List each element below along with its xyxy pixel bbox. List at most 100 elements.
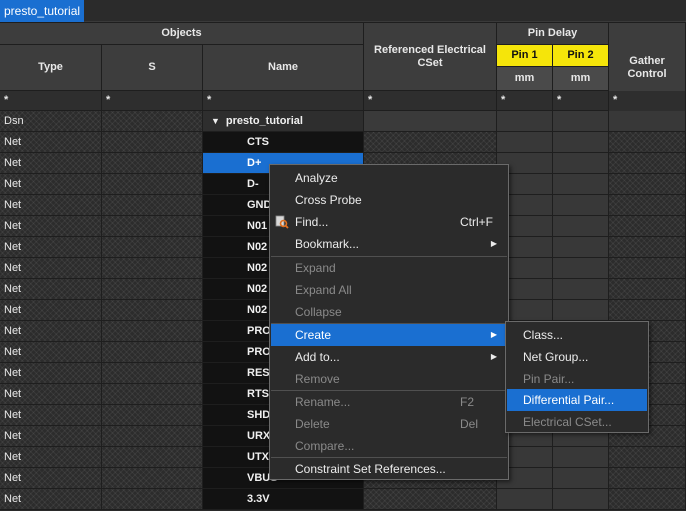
s-cell [102, 363, 203, 384]
menu-item-rename[interactable]: Rename... F2 [271, 391, 507, 413]
type-cell: Net [0, 342, 102, 363]
s-cell [102, 132, 203, 153]
tab-presto-tutorial[interactable]: presto_tutorial [0, 0, 84, 22]
menu-item-find[interactable]: Find... Ctrl+F [271, 211, 507, 233]
gather-control-cell[interactable] [609, 447, 686, 468]
gather-control-cell[interactable] [609, 468, 686, 489]
filter-ref[interactable]: * [364, 91, 497, 111]
net-name: PRO [247, 325, 271, 337]
pin2-cell[interactable] [553, 258, 609, 279]
menu-item-bookmark[interactable]: Bookmark... ▶ [271, 233, 507, 255]
pin2-cell[interactable] [553, 489, 609, 510]
menu-item-expand-all[interactable]: Expand All [271, 279, 507, 301]
s-cell [102, 216, 203, 237]
filter-gather[interactable]: * [609, 91, 686, 113]
filter-type[interactable]: * [0, 91, 102, 111]
header-type[interactable]: Type [0, 45, 102, 91]
submenu-item-electrical-cset[interactable]: Electrical CSet... [507, 411, 647, 433]
s-cell [102, 258, 203, 279]
net-name: UTX [247, 451, 269, 463]
pin2-cell[interactable] [553, 195, 609, 216]
s-cell [102, 111, 203, 132]
menu-item-create[interactable]: Create ▶ [271, 324, 507, 346]
gather-control-cell[interactable] [609, 300, 686, 321]
menu-item-delete[interactable]: Delete Del [271, 413, 507, 435]
header-ref-cset[interactable]: Referenced Electrical CSet [364, 23, 497, 91]
gather-control-cell[interactable] [609, 195, 686, 216]
s-cell [102, 468, 203, 489]
pin2-cell[interactable] [553, 468, 609, 489]
type-cell: Net [0, 237, 102, 258]
menu-item-remove[interactable]: Remove [271, 368, 507, 390]
s-cell [102, 405, 203, 426]
menu-item-analyze[interactable]: Analyze [271, 167, 507, 189]
type-cell: Net [0, 447, 102, 468]
menu-item-add-to[interactable]: Add to... ▶ [271, 346, 507, 368]
pin2-cell[interactable] [553, 132, 609, 153]
gather-control-cell[interactable] [609, 153, 686, 174]
pin1-cell[interactable] [497, 489, 553, 510]
name-cell[interactable]: ▼ presto_tutorial [203, 111, 364, 132]
type-cell: Net [0, 153, 102, 174]
pin1-cell[interactable] [497, 111, 553, 132]
menu-item-compare[interactable]: Compare... [271, 435, 507, 457]
type-cell: Net [0, 279, 102, 300]
s-cell [102, 342, 203, 363]
submenu-item-net-group[interactable]: Net Group... [507, 346, 647, 368]
gather-control-cell[interactable] [609, 174, 686, 195]
table-row[interactable]: Net CTS [0, 132, 686, 153]
menu-item-expand[interactable]: Expand [271, 257, 507, 279]
gather-control-cell[interactable] [609, 279, 686, 300]
filter-s[interactable]: * [102, 91, 203, 111]
submenu-item-pin-pair[interactable]: Pin Pair... [507, 368, 647, 390]
type-cell: Net [0, 174, 102, 195]
net-name: N01 [247, 220, 268, 232]
table-row[interactable]: Dsn ▼ presto_tutorial [0, 111, 686, 132]
pin2-cell[interactable] [553, 279, 609, 300]
find-icon [275, 215, 289, 229]
name-cell[interactable]: 3.3V [203, 489, 364, 510]
type-cell: Dsn [0, 111, 102, 132]
pin1-cell[interactable] [497, 132, 553, 153]
gather-control-cell[interactable] [609, 237, 686, 258]
net-name: N02 [247, 262, 268, 274]
gather-control-cell[interactable] [609, 258, 686, 279]
submenu-item-differential-pair[interactable]: Differential Pair... [507, 389, 647, 411]
ref-cset-cell[interactable] [364, 132, 497, 153]
header-pin2[interactable]: Pin 2 [553, 45, 609, 67]
pin2-cell[interactable] [553, 447, 609, 468]
type-cell: Net [0, 468, 102, 489]
table-row[interactable]: Net 3.3V [0, 489, 686, 510]
type-cell: Net [0, 300, 102, 321]
menu-item-cross-probe[interactable]: Cross Probe [271, 189, 507, 211]
submenu-item-class[interactable]: Class... [507, 324, 647, 346]
pin2-cell[interactable] [553, 237, 609, 258]
pin2-cell[interactable] [553, 153, 609, 174]
expand-triangle-icon[interactable]: ▼ [211, 111, 220, 131]
name-cell[interactable]: CTS [203, 132, 364, 153]
s-cell [102, 153, 203, 174]
gather-control-cell[interactable] [609, 216, 686, 237]
menu-item-constraint-set-references[interactable]: Constraint Set References... [271, 458, 507, 480]
filter-pin2[interactable]: * [553, 91, 609, 111]
pin2-cell[interactable] [553, 111, 609, 132]
type-cell: Net [0, 258, 102, 279]
pin2-cell[interactable] [553, 300, 609, 321]
ref-cset-cell[interactable] [364, 489, 497, 510]
header-s[interactable]: S [102, 45, 203, 91]
s-cell [102, 300, 203, 321]
pin2-cell[interactable] [553, 174, 609, 195]
filter-name[interactable]: * [203, 91, 364, 111]
header-pin1[interactable]: Pin 1 [497, 45, 553, 67]
ref-cset-cell[interactable] [364, 111, 497, 132]
net-name: SHD [247, 409, 271, 421]
net-name: 3.3V [247, 493, 270, 505]
gather-control-cell[interactable] [609, 111, 686, 132]
gather-control-cell[interactable] [609, 132, 686, 153]
filter-pin1[interactable]: * [497, 91, 553, 111]
header-name[interactable]: Name [203, 45, 364, 91]
pin2-cell[interactable] [553, 216, 609, 237]
gather-control-cell[interactable] [609, 489, 686, 510]
header-pin-delay: Pin Delay [497, 23, 609, 45]
menu-item-collapse[interactable]: Collapse [271, 301, 507, 323]
